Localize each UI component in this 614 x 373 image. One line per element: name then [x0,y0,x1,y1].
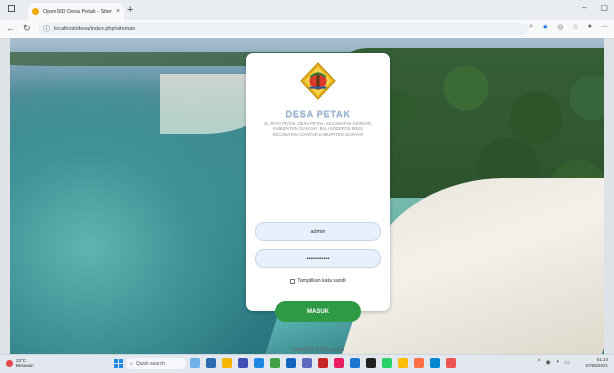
new-tab-button[interactable]: + [127,3,133,17]
start-windows-icon[interactable] [114,359,123,368]
weather-description: Berawan [16,363,34,368]
excel-app-icon[interactable] [270,358,280,368]
telegram-app-icon[interactable] [350,358,360,368]
window-controls: – ▢ [582,3,608,12]
tab-actions-icon[interactable] [8,5,15,12]
tab-title: OpenSID Desa Petak - Siteman [43,8,112,15]
network-icon[interactable]: ◉ [545,359,550,366]
login-submit-button[interactable]: MASUK [275,301,361,322]
clock-time: 01.24 [596,357,608,362]
bookmark-star-icon[interactable]: ★ [542,23,548,31]
taskbar-apps [190,358,456,368]
tray-chevron-icon[interactable]: ^ [538,359,541,366]
password-input[interactable]: •••••••••••• [255,249,381,268]
restore-icon[interactable]: ▢ [600,3,608,12]
browser-tab[interactable]: OpenSID Desa Petak - Siteman × [28,3,124,20]
media-app-icon[interactable] [446,358,456,368]
login-card: DESA PETAK JL. RAYA PETAK, DESA PETAK, K… [246,53,390,353]
taskbar-search[interactable]: ⌕ Quick search [126,358,186,369]
show-password-label: Tampilkan kata sandi [297,278,346,284]
reload-icon[interactable]: ↻ [23,23,31,34]
profile-icon[interactable]: ● [588,23,592,31]
clock-date: 07/06/2021 [585,363,608,368]
site-favicon-icon [32,8,39,15]
username-input[interactable]: admin [255,222,381,241]
store-app-icon[interactable] [238,358,248,368]
system-tray: ^ ◉ ◖ ▭ [538,359,570,366]
zoom-icon[interactable]: ⌕ [529,23,533,31]
weather-text: 23°C Berawan [16,358,34,368]
app-version: OpenSID 20.12-pasca [291,347,345,353]
close-tab-icon[interactable]: × [116,8,120,15]
file-explorer-icon[interactable] [222,358,232,368]
instagram-app-icon[interactable] [334,358,344,368]
village-emblem-icon [300,62,336,100]
word-app-icon[interactable] [286,358,296,368]
show-password-checkbox[interactable] [290,278,296,284]
search-icon: ⌕ [130,360,133,367]
village-name: DESA PETAK [285,109,351,120]
task-view-icon[interactable] [206,358,216,368]
whatsapp-app-icon[interactable] [382,358,392,368]
weather-widget[interactable]: 23°C Berawan [6,358,34,368]
windows-taskbar: 23°C Berawan ⌕ Quick search ^ ◉ ◖ ▭ 01.2… [0,354,614,373]
teams-app-icon[interactable] [302,358,312,368]
weather-icon [6,359,13,367]
tiktok-app-icon[interactable] [366,358,376,368]
browser-toolbar-icons: ⌕ ★ ◎ ☆ ● ⋯ [529,23,608,31]
browser-address-bar: ← ↻ ⓘ localhost/desa/index.php/siteman ⌕… [0,20,614,39]
site-info-icon[interactable]: ⓘ [43,24,50,34]
chrome-app-icon[interactable] [398,358,408,368]
powerpoint-app-icon[interactable] [318,358,328,368]
system-clock[interactable]: 01.24 07/06/2021 [585,357,608,369]
widgets-app-icon[interactable] [190,358,200,368]
edge-browser-icon[interactable] [254,358,264,368]
url-field[interactable]: ⓘ localhost/desa/index.php/siteman [38,23,528,35]
show-password-row[interactable]: Tampilkan kata sandi [246,278,390,284]
back-arrow-icon[interactable]: ← [6,23,15,34]
firefox-app-icon[interactable] [414,358,424,368]
browser-tab-bar: OpenSID Desa Petak - Siteman × + – ▢ [0,0,614,20]
village-address: JL. RAYA PETAK, DESA PETAK, KECAMATAN GI… [263,121,373,137]
mail-app-icon[interactable] [430,358,440,368]
volume-icon[interactable]: ◖ [556,359,560,366]
navigation-buttons: ← ↻ [6,23,31,34]
collections-icon[interactable]: ☆ [572,23,578,31]
extensions-icon[interactable]: ◎ [557,23,563,31]
battery-icon[interactable]: ▭ [564,359,570,366]
taskbar-search-label: Quick search [135,360,165,367]
minimize-icon[interactable]: – [582,3,586,12]
more-icon[interactable]: ⋯ [601,23,608,31]
url-text: localhost/desa/index.php/siteman [54,26,136,32]
